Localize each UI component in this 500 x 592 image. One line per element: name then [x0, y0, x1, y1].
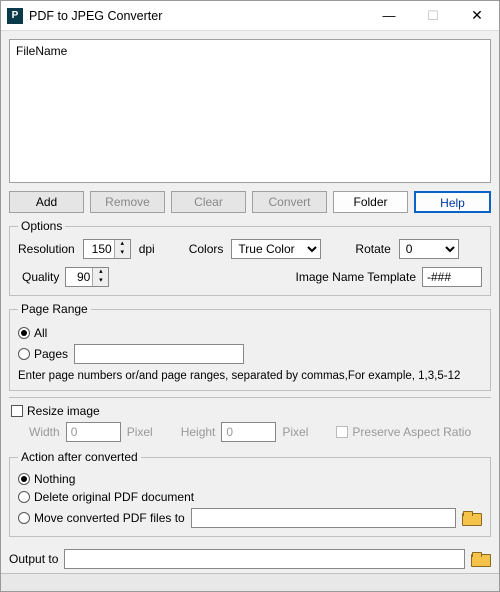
height-unit: Pixel [282, 425, 308, 439]
resolution-unit: dpi [139, 242, 155, 256]
quality-input[interactable] [66, 268, 92, 286]
window-title: PDF to JPEG Converter [29, 9, 367, 23]
folder-icon[interactable] [471, 551, 491, 567]
convert-button[interactable]: Convert [252, 191, 327, 213]
rotate-label: Rotate [355, 242, 390, 256]
pagerange-hint: Enter page numbers or/and page ranges, s… [18, 370, 482, 382]
output-label: Output to [9, 552, 58, 566]
folder-icon[interactable] [462, 510, 482, 526]
width-input [66, 422, 121, 442]
help-button[interactable]: Help [414, 191, 491, 213]
titlebar: P PDF to JPEG Converter — ☐ ✕ [1, 1, 499, 31]
radio-icon [18, 491, 30, 503]
pages-input[interactable] [74, 344, 244, 364]
radio-move[interactable]: Move converted PDF files to [18, 511, 185, 525]
radio-nothing[interactable]: Nothing [18, 472, 75, 486]
radio-icon [18, 327, 30, 339]
pagerange-legend: Page Range [18, 302, 91, 316]
radio-delete[interactable]: Delete original PDF document [18, 490, 194, 504]
resolution-spinner[interactable]: ▴▾ [83, 239, 131, 259]
remove-button[interactable]: Remove [90, 191, 165, 213]
radio-all[interactable]: All [18, 326, 47, 340]
add-button[interactable]: Add [9, 191, 84, 213]
file-list-header: FileName [10, 40, 490, 62]
colors-label: Colors [189, 242, 224, 256]
action-group: Action after converted Nothing Delete or… [9, 450, 491, 537]
close-button[interactable]: ✕ [455, 1, 499, 30]
file-list[interactable]: FileName [9, 39, 491, 183]
rotate-select[interactable]: 0 [399, 239, 459, 259]
maximize-button[interactable]: ☐ [411, 1, 455, 30]
app-icon: P [7, 8, 23, 24]
options-group: Options Resolution ▴▾ dpi Colors True Co… [9, 219, 491, 296]
action-legend: Action after converted [18, 450, 141, 464]
options-legend: Options [18, 219, 65, 233]
height-label: Height [181, 425, 216, 439]
resize-group: Resize image Width Pixel Height Pixel Pr… [9, 397, 491, 444]
checkbox-icon [11, 405, 23, 417]
move-path-input[interactable] [191, 508, 456, 528]
colors-select[interactable]: True Color [231, 239, 321, 259]
output-input[interactable] [64, 549, 465, 569]
quality-spinner[interactable]: ▴▾ [65, 267, 109, 287]
minimize-button[interactable]: — [367, 1, 411, 30]
height-input [221, 422, 276, 442]
folder-button[interactable]: Folder [333, 191, 408, 213]
template-label: Image Name Template [295, 270, 416, 284]
width-unit: Pixel [127, 425, 153, 439]
checkbox-icon [336, 426, 348, 438]
pagerange-group: Page Range All Pages Enter page numbers … [9, 302, 491, 391]
radio-pages[interactable]: Pages [18, 347, 68, 361]
statusbar [1, 573, 499, 591]
preserve-checkbox: Preserve Aspect Ratio [336, 425, 471, 439]
clear-button[interactable]: Clear [171, 191, 246, 213]
resolution-label: Resolution [18, 242, 75, 256]
radio-icon [18, 473, 30, 485]
width-label: Width [29, 425, 60, 439]
template-input[interactable] [422, 267, 482, 287]
radio-icon [18, 348, 30, 360]
quality-label: Quality [22, 270, 59, 284]
radio-icon [18, 512, 30, 524]
resolution-input[interactable] [84, 240, 114, 258]
resize-checkbox[interactable]: Resize image [11, 404, 100, 418]
